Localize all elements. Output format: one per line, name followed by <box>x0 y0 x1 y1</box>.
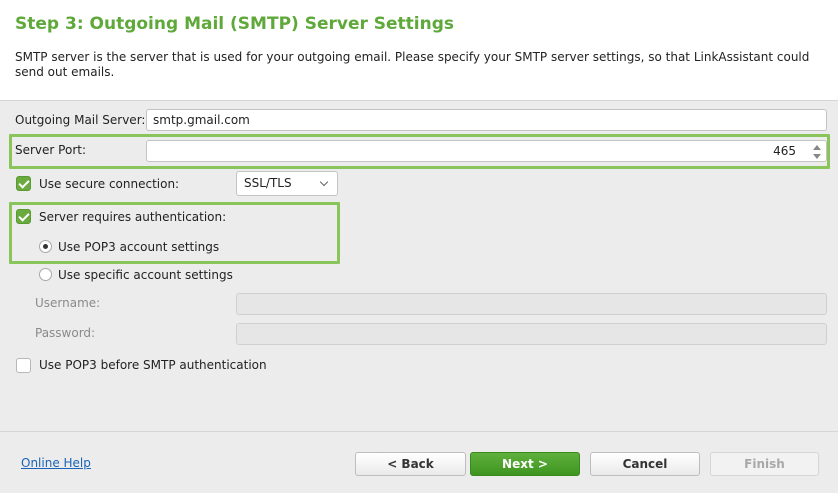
finish-button[interactable]: Finish <box>710 452 819 476</box>
auth-label: Server requires authentication: <box>39 210 227 224</box>
next-button[interactable]: Next > <box>470 452 580 476</box>
username-input[interactable] <box>236 293 827 315</box>
page-description: SMTP server is the server that is used f… <box>15 50 810 79</box>
secure-connection-select[interactable]: SSL/TLS <box>236 171 338 196</box>
server-port-value: 465 <box>773 144 796 158</box>
page-title: Step 3: Outgoing Mail (SMTP) Server Sett… <box>15 14 455 34</box>
password-label: Password: <box>35 326 96 340</box>
auth-checkbox[interactable] <box>16 209 31 224</box>
port-stepper[interactable] <box>811 142 825 162</box>
secure-connection-value: SSL/TLS <box>244 176 292 190</box>
specific-settings-radio[interactable] <box>39 268 52 281</box>
chevron-down-icon[interactable] <box>813 154 821 159</box>
specific-settings-label: Use specific account settings <box>58 268 233 282</box>
server-port-label: Server Port: <box>15 143 86 157</box>
wizard-header: Step 3: Outgoing Mail (SMTP) Server Sett… <box>0 0 838 101</box>
smtp-settings-form: Outgoing Mail Server: smtp.gmail.com Ser… <box>0 101 838 431</box>
chevron-down-icon <box>319 177 329 187</box>
online-help-link[interactable]: Online Help <box>21 456 91 470</box>
server-port-input[interactable]: 465 <box>146 140 827 162</box>
cancel-button[interactable]: Cancel <box>590 452 700 476</box>
pop3-settings-radio[interactable] <box>39 240 52 253</box>
username-label: Username: <box>35 296 101 310</box>
back-button[interactable]: < Back <box>355 452 466 476</box>
pop3-settings-label: Use POP3 account settings <box>58 240 220 254</box>
pop3-before-smtp-label: Use POP3 before SMTP authentication <box>39 358 267 372</box>
secure-connection-label: Use secure connection: <box>39 177 180 191</box>
outgoing-server-input[interactable]: smtp.gmail.com <box>146 109 827 131</box>
secure-connection-checkbox[interactable] <box>16 176 31 191</box>
pop3-before-smtp-checkbox[interactable] <box>16 358 31 373</box>
password-input[interactable] <box>236 323 827 345</box>
chevron-up-icon[interactable] <box>813 145 821 150</box>
outgoing-server-label: Outgoing Mail Server: <box>15 113 146 127</box>
wizard-footer: Online Help < Back Next > Cancel Finish <box>0 431 838 493</box>
